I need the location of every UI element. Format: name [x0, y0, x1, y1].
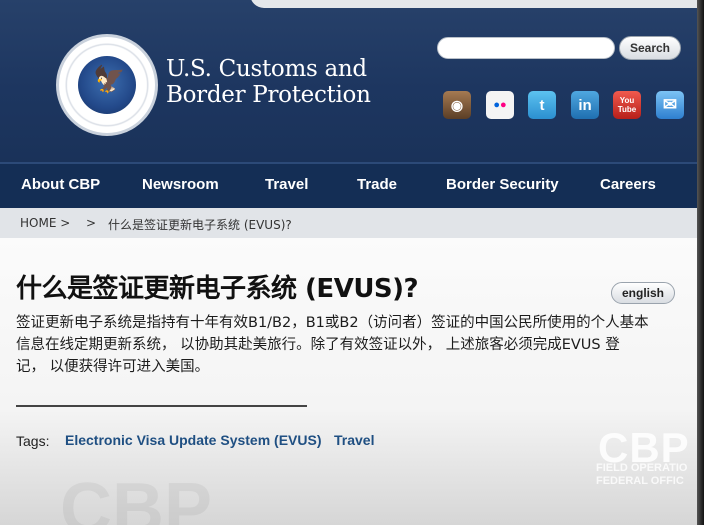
dhs-seal-logo[interactable]: 🦅	[56, 34, 158, 136]
body-line: 记， 以便获得许可进入美国。	[16, 359, 210, 375]
header-top-curve	[250, 0, 697, 8]
tag-link-travel[interactable]: Travel	[334, 432, 374, 448]
site-header: 🦅 U.S. Customs and Border Protection Sea…	[0, 0, 697, 162]
flickr-glyph: ●●	[493, 99, 507, 111]
flickr-icon[interactable]: ●●	[486, 91, 514, 119]
cbp-watermark-subtext: FIELD OPERATIO FEDERAL OFFIC	[596, 462, 688, 487]
youtube-glyph: You Tube	[617, 96, 637, 114]
main-content: CBP CBP FIELD OPERATIO FEDERAL OFFIC 什么是…	[0, 238, 697, 525]
twitter-glyph: t	[539, 96, 545, 114]
main-nav: About CBP Newsroom Travel Trade Border S…	[0, 162, 697, 208]
linkedin-glyph: in	[578, 96, 592, 114]
instagram-icon[interactable]: ◉	[443, 91, 471, 119]
breadcrumb-current: 什么是签证更新电子系统 (EVUS)?	[108, 218, 292, 232]
site-brand[interactable]: U.S. Customs and Border Protection	[166, 56, 371, 108]
body-line: 信息在线定期更新系统， 以协助其赴美旅行。除了有效签证以外， 上述旅客必须完成E…	[16, 337, 620, 353]
breadcrumb: HOME > > 什么是签证更新电子系统 (EVUS)?	[0, 208, 697, 238]
nav-item-trade[interactable]: Trade	[357, 176, 397, 193]
nav-item-border-security[interactable]: Border Security	[446, 176, 559, 193]
youtube-icon[interactable]: You Tube	[613, 91, 641, 119]
breadcrumb-separator: >	[86, 216, 97, 230]
window-edge	[697, 0, 704, 525]
search-input[interactable]	[437, 37, 615, 59]
eagle-icon: 🦅	[93, 65, 126, 95]
email-glyph: ✉	[662, 95, 678, 114]
page-title: 什么是签证更新电子系统 (EVUS)?	[16, 274, 419, 304]
search-button[interactable]: Search	[619, 36, 681, 60]
linkedin-icon[interactable]: in	[571, 91, 599, 119]
email-icon[interactable]: ✉	[656, 91, 684, 119]
body-paragraph: 签证更新电子系统是指持有十年有效B1/B2，B1或B2（访问者）签证的中国公民所…	[16, 312, 696, 378]
brand-line-2: Border Protection	[166, 82, 371, 108]
tag-link-evus[interactable]: Electronic Visa Update System (EVUS)	[65, 432, 322, 448]
instagram-glyph: ◉	[450, 96, 464, 113]
cbp-watermark-left: CBP	[60, 469, 213, 525]
twitter-icon[interactable]: t	[528, 91, 556, 119]
content-divider	[16, 405, 307, 407]
nav-item-about-cbp[interactable]: About CBP	[21, 176, 100, 193]
english-language-button[interactable]: english	[611, 282, 675, 304]
tags-label: Tags:	[16, 433, 50, 449]
brand-line-1: U.S. Customs and	[166, 56, 367, 82]
nav-item-newsroom[interactable]: Newsroom	[142, 176, 219, 193]
nav-item-careers[interactable]: Careers	[600, 176, 656, 193]
breadcrumb-home[interactable]: HOME >	[20, 216, 70, 230]
body-line: 签证更新电子系统是指持有十年有效B1/B2，B1或B2（访问者）签证的中国公民所…	[16, 315, 649, 331]
nav-item-travel[interactable]: Travel	[265, 176, 308, 193]
